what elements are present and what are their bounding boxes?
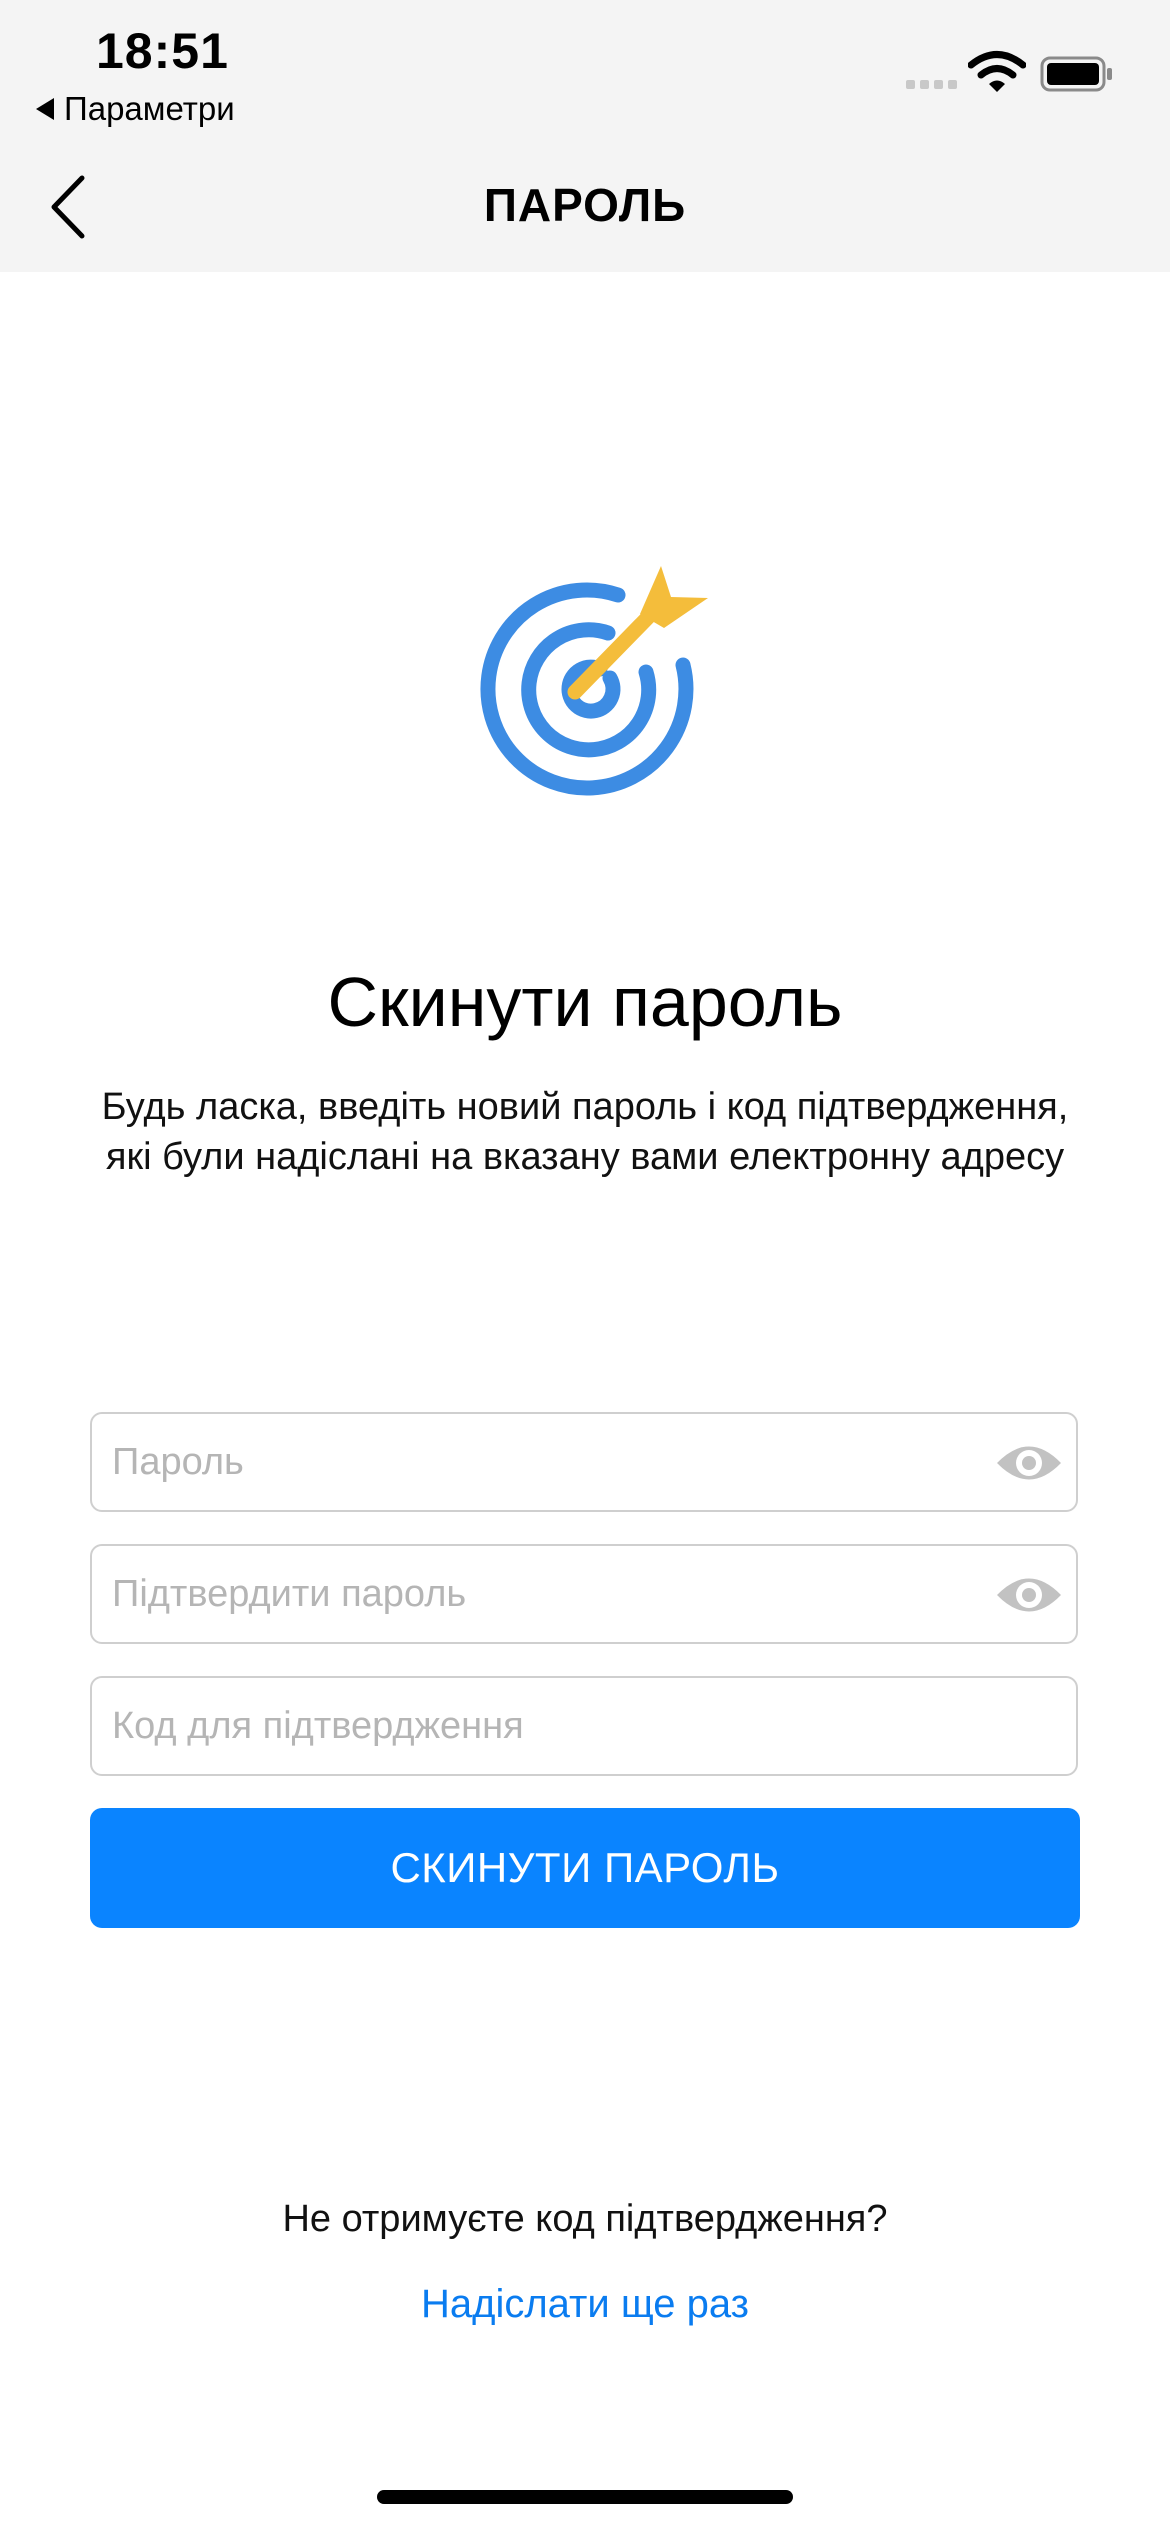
wifi-icon [968,51,1026,92]
reset-title: Скинути пароль [327,963,843,1041]
back-app-label: Параметри [64,90,235,127]
back-to-app-link[interactable]: Параметри [36,90,235,128]
confirm-password-field[interactable] [90,1544,1078,1644]
eye-icon[interactable] [994,1568,1064,1622]
header: 18:51 Параметри ПАРОЛЬ [0,0,1170,272]
cellular-signal-icon [906,80,957,89]
reset-password-button[interactable]: СКИНУТИ ПАРОЛЬ [90,1808,1080,1928]
status-time: 18:51 [96,23,229,79]
battery-icon [1040,56,1112,92]
reset-description: Будь ласка, введіть новий пароль і код п… [101,1086,1069,1178]
home-indicator[interactable] [377,2490,793,2504]
no-code-question: Не отримуєте код підтвердження? [282,2198,888,2240]
password-input[interactable] [112,1414,992,1510]
back-triangle-icon [36,98,54,120]
verification-code-field[interactable] [90,1676,1078,1776]
confirm-password-input[interactable] [112,1546,992,1642]
eye-icon[interactable] [994,1436,1064,1490]
page-title: ПАРОЛЬ [483,179,687,231]
target-arrow-icon [480,566,708,796]
password-field[interactable] [90,1412,1078,1512]
verification-code-input[interactable] [112,1678,992,1774]
resend-code-link[interactable]: Надіслати ще раз [0,2282,1170,2327]
